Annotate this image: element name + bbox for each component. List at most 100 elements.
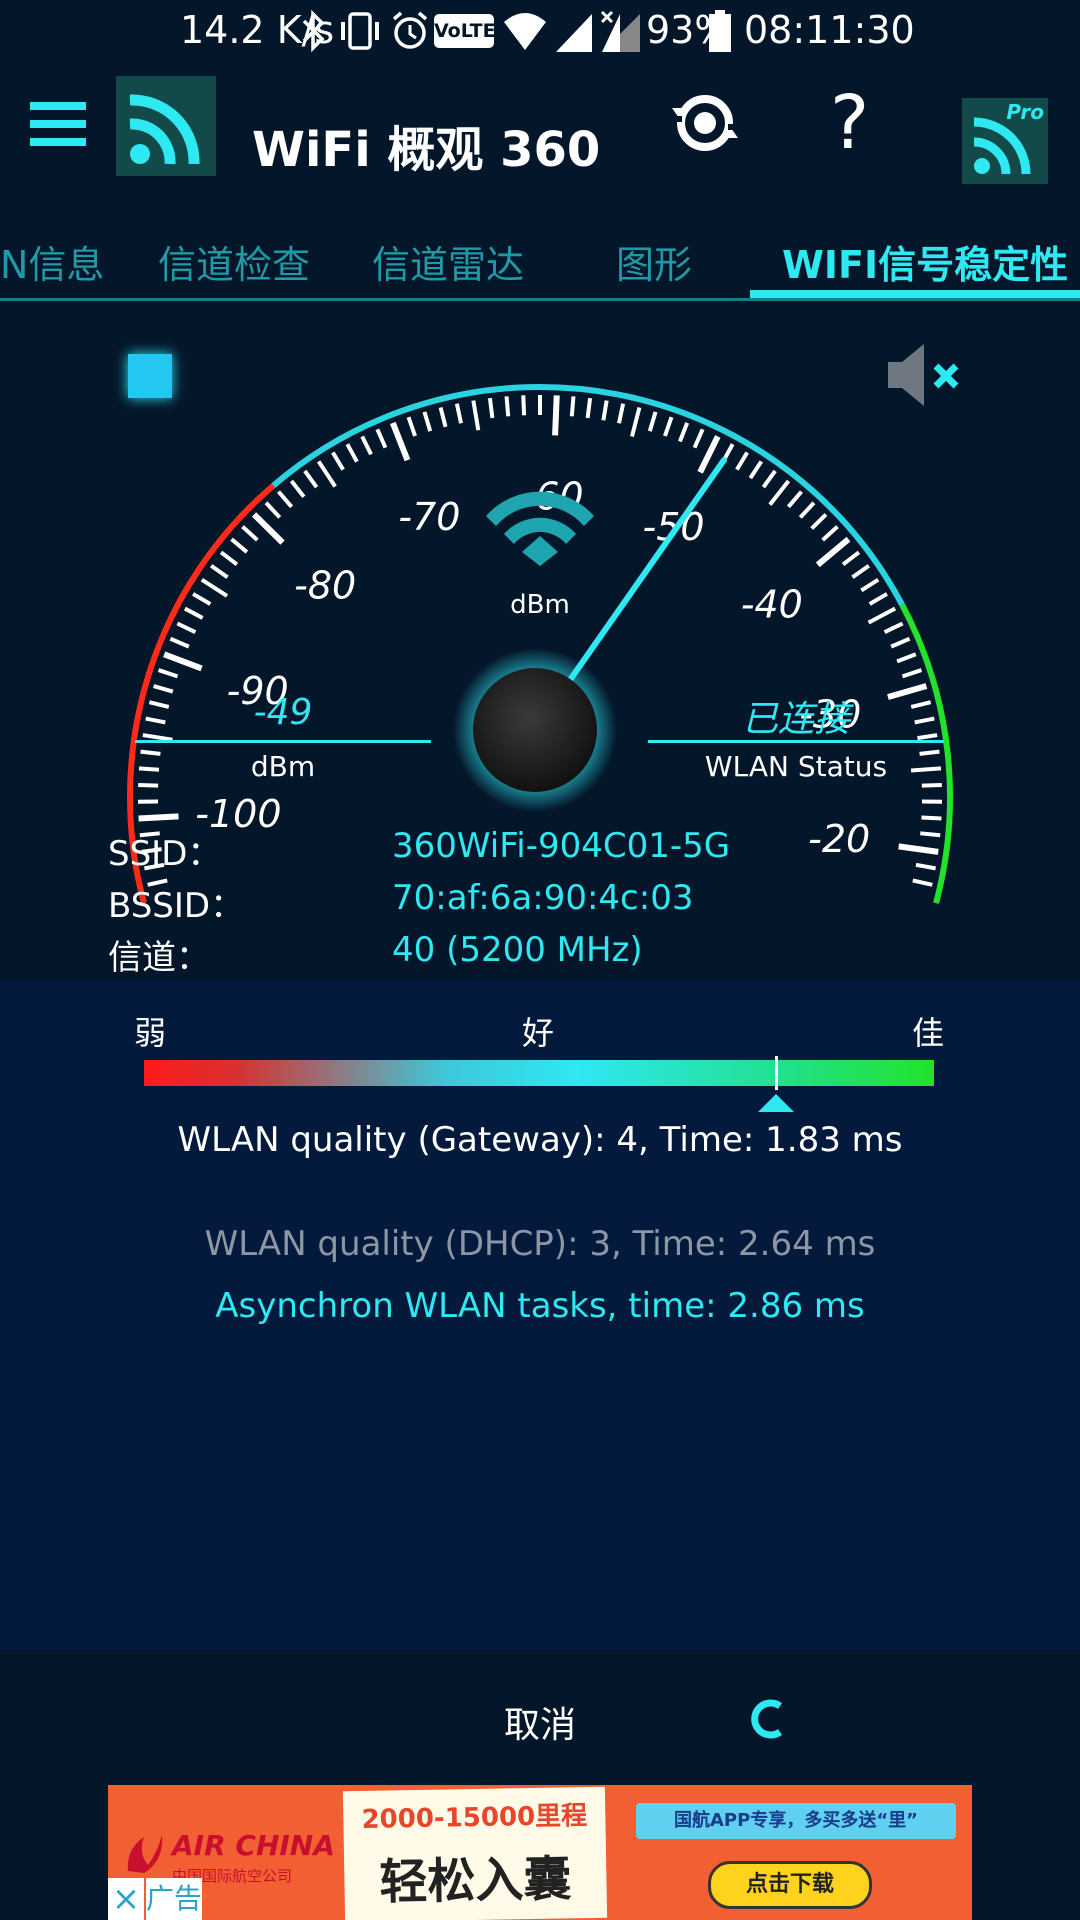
gauge-tick: [169, 636, 190, 649]
gauge-unit: dBm: [510, 590, 570, 620]
gauge-tick: [192, 592, 212, 606]
gauge-scale-label: -20: [808, 817, 870, 861]
gauge-tick: [471, 400, 481, 431]
pro-icon[interactable]: Pro: [962, 98, 1048, 184]
ad-brand: AIR CHINA: [172, 1829, 335, 1862]
gauge-tick: [303, 469, 319, 489]
quality-bar: [144, 1056, 934, 1112]
pro-label: Pro: [1006, 100, 1044, 124]
channel-label: 信道：: [108, 938, 210, 978]
gauge-tick: [896, 652, 917, 664]
signal-divider: [135, 740, 431, 743]
tab-info[interactable]: N信息: [0, 234, 104, 289]
alarm-icon: [392, 11, 428, 49]
gauge-tick: [867, 606, 897, 625]
gauge-tick: [868, 592, 888, 606]
gauge-tick: [487, 397, 495, 419]
signal-value: -49: [253, 692, 313, 733]
gauge-tick: [230, 537, 249, 554]
gauge-tick: [163, 651, 203, 672]
signal-icon: [556, 14, 592, 52]
menu-icon[interactable]: [28, 96, 90, 154]
loading-spinner-icon: [751, 1699, 783, 1739]
gauge-tick: [241, 525, 259, 542]
gauge-knob: [473, 668, 597, 792]
app-bar: WiFi 概观 360 ? Pro: [0, 66, 1080, 220]
gauge-tick: [585, 397, 593, 419]
gauge-tick: [761, 469, 777, 489]
gauge-tick: [200, 577, 229, 598]
gauge-tick: [617, 403, 626, 424]
ad-banner[interactable]: AIR CHINA 中国国际航空公司 2000-15000里程 轻松入囊 国航A…: [108, 1785, 972, 1920]
gauge-tick: [901, 668, 923, 679]
gauge-tick: [345, 443, 359, 463]
gauge-tick: [898, 843, 939, 855]
gauge-tick: [601, 400, 609, 421]
signal-x-icon: [600, 10, 640, 52]
gateway-quality: WLAN quality (Gateway): 4, Time: 1.83 ms: [177, 1120, 903, 1160]
gauge-tick: [810, 513, 828, 530]
gauge-tick: [422, 411, 433, 432]
gauge-tick: [798, 501, 816, 519]
gauge-tick: [786, 490, 803, 509]
gauge-tick: [860, 577, 880, 593]
refresh-icon[interactable]: [668, 86, 742, 160]
gauge-tick: [157, 668, 179, 679]
gauge-tick: [142, 733, 173, 742]
cancel-button[interactable]: 取消: [0, 1696, 1080, 1748]
help-icon[interactable]: ?: [830, 80, 869, 166]
gauge-tick: [921, 783, 942, 788]
bluetooth-icon: [302, 10, 325, 52]
gauge-tick: [153, 684, 174, 694]
tab-graph[interactable]: 图形: [616, 234, 692, 289]
wlan-status-value: 已连接: [741, 699, 850, 740]
quality-good-label: 好: [522, 1014, 555, 1052]
gauge-tick: [921, 815, 942, 821]
air-china-logo-icon: [127, 1835, 163, 1873]
gauge-scale-label: -80: [294, 564, 356, 608]
gauge-tick: [768, 479, 791, 506]
volte-icon: VoLTE: [434, 14, 496, 48]
quality-best-label: 佳: [912, 1014, 945, 1052]
gauge-tick: [277, 490, 294, 509]
bssid-value: 70:af:6a:90:4c:03: [392, 878, 694, 918]
gauge-tick: [748, 460, 764, 480]
channel-value: 40 (5200 MHz): [392, 930, 643, 970]
quality-panel: 弱 好 佳 WLAN quality (Gateway): 4, Time: 1…: [0, 980, 1080, 1650]
gauge-tick: [504, 396, 511, 417]
ssid-label: SSID：: [108, 834, 222, 874]
gauge-tick: [630, 406, 642, 438]
gauge-tick: [454, 403, 463, 424]
gauge-tick: [663, 416, 674, 437]
ad-close-button[interactable]: ×: [108, 1878, 144, 1920]
gauge-tick: [821, 525, 839, 542]
ad-download-button[interactable]: 点击下载: [708, 1861, 872, 1909]
signal-unit: dBm: [250, 750, 316, 783]
gauge-tick: [289, 479, 306, 498]
signal-gauge: -100-90-80-70-60-50-40-30-20 dBm -49 dBm…: [0, 300, 1080, 980]
gauge-tick: [912, 878, 933, 887]
gauge-tick: [521, 395, 527, 416]
gauge-scale-label: -40: [741, 582, 803, 626]
ad-promo: 国航APP专享，多买多送“里”: [636, 1803, 956, 1839]
status-divider: [648, 740, 944, 743]
ad-big-text: 轻松入囊: [378, 1851, 572, 1911]
gauge-tick: [883, 621, 904, 634]
wlan-status-label: WLAN Status: [704, 750, 888, 783]
tab-channel-radar[interactable]: 信道雷达: [372, 234, 524, 289]
vibrate-icon: [341, 12, 379, 50]
ad-tag: 广告: [146, 1878, 202, 1920]
gauge-tick: [375, 428, 388, 449]
gauge-tick: [406, 416, 417, 437]
quality-weak-label: 弱: [134, 1014, 167, 1052]
gauge-scale-label: -70: [398, 495, 460, 539]
gauge-tick: [678, 422, 690, 443]
tab-channel-check[interactable]: 信道检查: [158, 234, 310, 289]
gauge-tick: [920, 831, 941, 838]
tab-bar: N信息 信道检查 信道雷达 图形 WIFI信号稳定性: [0, 220, 1080, 301]
gauge-tick: [390, 421, 411, 462]
dhcp-quality: WLAN quality (DHCP): 3, Time: 2.64 ms: [204, 1224, 876, 1264]
wifi-logo-icon: [116, 76, 216, 176]
gauge-tick: [552, 395, 560, 436]
tab-wifi-stability[interactable]: WIFI信号稳定性: [782, 234, 1068, 289]
